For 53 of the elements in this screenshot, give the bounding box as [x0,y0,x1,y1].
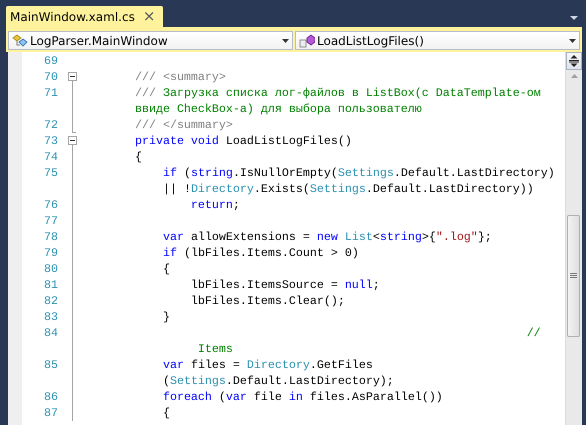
code-line: (Settings.Default.LastDirectory); [162,374,394,388]
line-number: 69 [43,54,59,68]
line-number: 78 [43,230,59,244]
code-line: // [526,326,541,340]
line-number: 71 [43,86,59,100]
line-number: 84 [43,326,59,340]
class-icon [12,34,28,48]
caret-icon [569,38,576,42]
line-number: 72 [43,118,59,132]
caret-icon [282,38,289,42]
method-icon [299,34,315,48]
line-number: 70 [43,70,59,84]
line-number: 77 [43,214,59,228]
line-number: 79 [43,246,59,260]
scrollbar-thumb[interactable] [567,215,580,337]
close-tab-button[interactable]: × [142,9,156,24]
code-line: if (string.IsNullOrEmpty(Settings.Default.LastDirectory) [162,166,555,180]
code-line: return; [190,198,240,212]
code-line: ввиде CheckBox-а) для выбора пользователю [134,102,422,116]
code-line: var files = Directory.GetFiles [162,358,373,372]
code-line: var allowExtensions = new List<string>{".log"}; [162,230,492,244]
collapse-icon[interactable] [68,72,77,81]
code-line: lbFiles.Items.Clear(); [190,294,345,308]
code-line: || !Directory.Exists(Settings.Default.LastDirectory)) [162,182,534,196]
code-line: { [162,262,170,276]
line-number: 73 [43,134,59,148]
code-line: /// Загрузка списка лог-файлов в ListBox(с DataTemplate-ом [134,86,541,100]
member-dropdown[interactable]: LoadListLogFiles() [295,31,580,50]
line-number: 76 [43,198,59,212]
code-line: /// </summary> [134,118,233,132]
type-dropdown[interactable]: LogParser.MainWindow [8,31,293,50]
line-number: 85 [43,358,59,372]
line-number: 83 [43,310,59,324]
line-number: 87 [43,406,59,420]
file-tab[interactable]: MainWindow.xaml.cs × [6,6,164,27]
split-handle-icon[interactable] [566,52,582,70]
line-number: 74 [43,150,59,164]
line-number: 82 [43,294,59,308]
code-line: lbFiles.ItemsSource = null; [190,278,380,292]
line-number: 86 [43,390,59,404]
code-line: } [162,310,170,324]
code-line: foreach (var file in files.AsParallel()) [162,390,443,404]
code-line: { [134,150,142,164]
code-line: if (lbFiles.Items.Count > 0) [162,246,359,260]
code-line: /// <summary> [134,70,226,84]
code-line: Items [198,342,233,356]
code-line: { [162,406,170,420]
code-line: private void LoadListLogFiles() [134,134,352,148]
line-number: 81 [43,278,59,292]
line-number: 75 [43,166,59,180]
collapse-icon[interactable] [68,136,77,145]
line-number: 80 [43,262,59,276]
dropdown-arrow-icon[interactable] [570,16,578,21]
